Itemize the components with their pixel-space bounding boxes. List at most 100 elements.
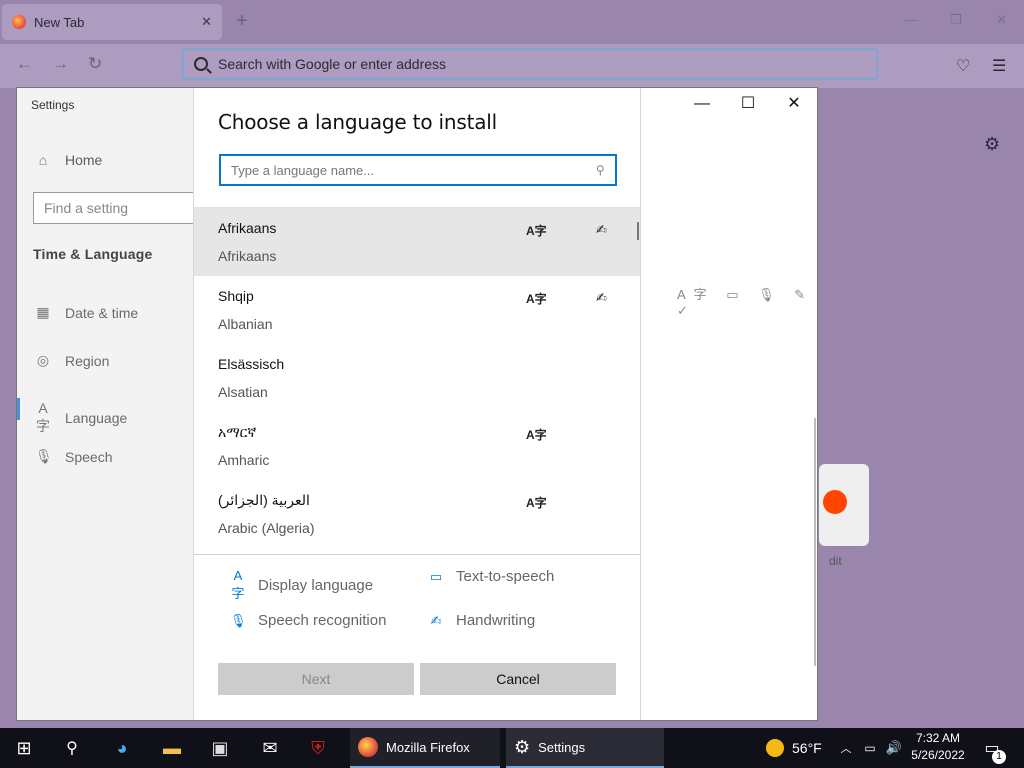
- shortcut-label: dit: [829, 554, 842, 568]
- language-english-name: Alsatian: [218, 384, 268, 400]
- back-icon[interactable]: ←: [16, 54, 33, 74]
- list-scrollbar[interactable]: [637, 222, 639, 240]
- edge-icon[interactable]: ◕: [102, 728, 142, 768]
- windows-start-icon[interactable]: ⊞: [4, 728, 44, 768]
- menu-icon[interactable]: ☰: [992, 56, 1006, 76]
- language-search-input[interactable]: Type a language name... ⚲: [219, 154, 617, 186]
- minimize-icon[interactable]: —: [904, 12, 917, 27]
- handwriting-icon: ✍: [430, 612, 442, 628]
- sidebar-item-home[interactable]: ⌂ Home: [35, 152, 103, 168]
- taskbar-firefox[interactable]: Mozilla Firefox: [350, 728, 500, 768]
- scrollbar[interactable]: [814, 418, 816, 666]
- mcafee-icon[interactable]: ⛨: [298, 728, 338, 768]
- sidebar-item-language[interactable]: A字 Language: [35, 400, 127, 436]
- browser-tab-strip: New Tab ✕ + — ❐ ✕: [0, 0, 1024, 44]
- language-install-dialog: Choose a language to install Type a lang…: [193, 88, 641, 720]
- sidebar-item-label: Date & time: [65, 304, 139, 321]
- sidebar-item-label: Home: [65, 152, 103, 168]
- mail-icon[interactable]: ✉: [250, 728, 290, 768]
- sidebar-item-date-time[interactable]: ▦ Date & time: [35, 304, 138, 321]
- notification-badge: 1: [992, 750, 1006, 764]
- language-native-name: አማርኛ: [218, 424, 257, 440]
- globe-icon: ◎: [36, 352, 50, 368]
- sidebar-item-label: Region: [65, 352, 110, 369]
- volume-icon[interactable]: 🔊: [884, 728, 904, 768]
- language-native-name: Elsässisch: [218, 356, 285, 372]
- display-language-icon: A字: [526, 292, 547, 306]
- gear-icon[interactable]: ⚙: [984, 134, 1000, 155]
- clock-time: 7:32 AM: [915, 731, 961, 745]
- section-heading: Time & Language: [33, 246, 153, 262]
- forward-icon[interactable]: →: [52, 54, 69, 74]
- language-english-name: Albanian: [218, 316, 273, 332]
- language-list: Afrikaans Afrikaans A字 ✍ Shqip Albanian …: [194, 207, 640, 554]
- temperature: 56°F: [792, 740, 822, 756]
- tab-close-icon[interactable]: ✕: [201, 14, 212, 30]
- language-row-albanian[interactable]: Shqip Albanian A字 ✍: [194, 276, 640, 344]
- reload-icon[interactable]: ↻: [88, 54, 102, 74]
- settings-window-controls: — ☐ ✕: [679, 88, 817, 120]
- sidebar-item-speech[interactable]: 🎙 Speech: [35, 448, 112, 465]
- minimize-icon[interactable]: —: [679, 88, 725, 120]
- taskbar-settings[interactable]: ⚙ Settings: [506, 728, 664, 768]
- browser-navbar: ← → ↻ Search with Google or enter addres…: [0, 44, 1024, 88]
- find-setting-input[interactable]: Find a setting: [33, 192, 203, 224]
- language-row-arabic-algeria[interactable]: العربية (الجزائر) Arabic (Algeria) A字: [194, 480, 640, 548]
- taskbar-app-label: Mozilla Firefox: [386, 739, 470, 755]
- weather-widget[interactable]: 56°F: [766, 728, 822, 768]
- display-language-icon: A字: [526, 428, 547, 442]
- sun-icon: [766, 739, 784, 757]
- cancel-button[interactable]: Cancel: [420, 663, 616, 695]
- window-title: Settings: [31, 98, 75, 112]
- new-tab-button[interactable]: +: [236, 10, 248, 33]
- close-icon[interactable]: ✕: [771, 88, 817, 120]
- browser-tab[interactable]: New Tab ✕: [2, 4, 222, 40]
- clock[interactable]: 7:32 AM 5/26/2022: [906, 730, 970, 764]
- language-feature-icons: A字 ▭ 🎙 ✎ ✓: [677, 287, 814, 318]
- clock-date: 5/26/2022: [911, 748, 965, 762]
- language-row-afrikaans[interactable]: Afrikaans Afrikaans A字 ✍: [194, 208, 640, 276]
- sidebar-item-label: Language: [65, 410, 128, 426]
- language-row-amharic[interactable]: አማርኛ Amharic A字: [194, 412, 640, 480]
- sidebar-item-region[interactable]: ◎ Region: [35, 352, 109, 369]
- maximize-icon[interactable]: ☐: [725, 88, 771, 120]
- language-native-name: العربية (الجزائر): [218, 492, 310, 508]
- search-icon: ⚲: [596, 163, 605, 177]
- next-button[interactable]: Next: [218, 663, 414, 695]
- display-language-icon: A字: [526, 496, 547, 510]
- handwriting-icon: ✍: [596, 290, 607, 305]
- pocket-icon[interactable]: ♡: [956, 56, 970, 76]
- address-bar[interactable]: Search with Google or enter address: [182, 48, 878, 80]
- divider: [194, 554, 640, 555]
- language-english-name: Amharic: [218, 452, 270, 468]
- restore-icon[interactable]: ❐: [950, 12, 962, 28]
- microphone-icon: 🎙: [230, 612, 247, 628]
- search-icon[interactable]: ⚲: [52, 728, 92, 768]
- settings-sidebar: Settings ⌂ Home Find a setting Time & La…: [17, 88, 203, 720]
- gear-icon: ⚙: [514, 736, 531, 757]
- language-row-alsatian[interactable]: Elsässisch Alsatian: [194, 344, 640, 412]
- close-window-icon[interactable]: ✕: [996, 12, 1007, 28]
- taskbar-app-label: Settings: [538, 739, 586, 755]
- network-icon[interactable]: ▭: [860, 728, 880, 768]
- dialog-title: Choose a language to install: [218, 110, 497, 134]
- text-to-speech-icon: ▭: [429, 568, 443, 584]
- calendar-clock-icon: ▦: [36, 304, 50, 320]
- legend-label: Display language: [258, 576, 374, 594]
- search-icon: [194, 57, 208, 71]
- legend-handwriting: ✍ Handwriting: [428, 612, 536, 629]
- legend-speech-recognition: 🎙 Speech recognition: [230, 612, 386, 629]
- firefox-favicon-icon: [12, 15, 26, 29]
- tab-title: New Tab: [34, 14, 85, 30]
- microphone-icon: 🎙: [35, 448, 53, 464]
- store-icon[interactable]: ▣: [200, 728, 240, 768]
- reddit-icon: [823, 490, 847, 514]
- language-native-name: Afrikaans: [218, 220, 277, 236]
- legend-label: Handwriting: [456, 612, 536, 629]
- legend-label: Speech recognition: [258, 612, 387, 629]
- language-english-name: Afrikaans: [218, 248, 277, 264]
- firefox-icon: [358, 737, 378, 757]
- file-explorer-icon[interactable]: ▬: [152, 728, 192, 768]
- find-setting-placeholder: Find a setting: [44, 200, 129, 216]
- chevron-up-icon[interactable]: ︿: [838, 728, 854, 768]
